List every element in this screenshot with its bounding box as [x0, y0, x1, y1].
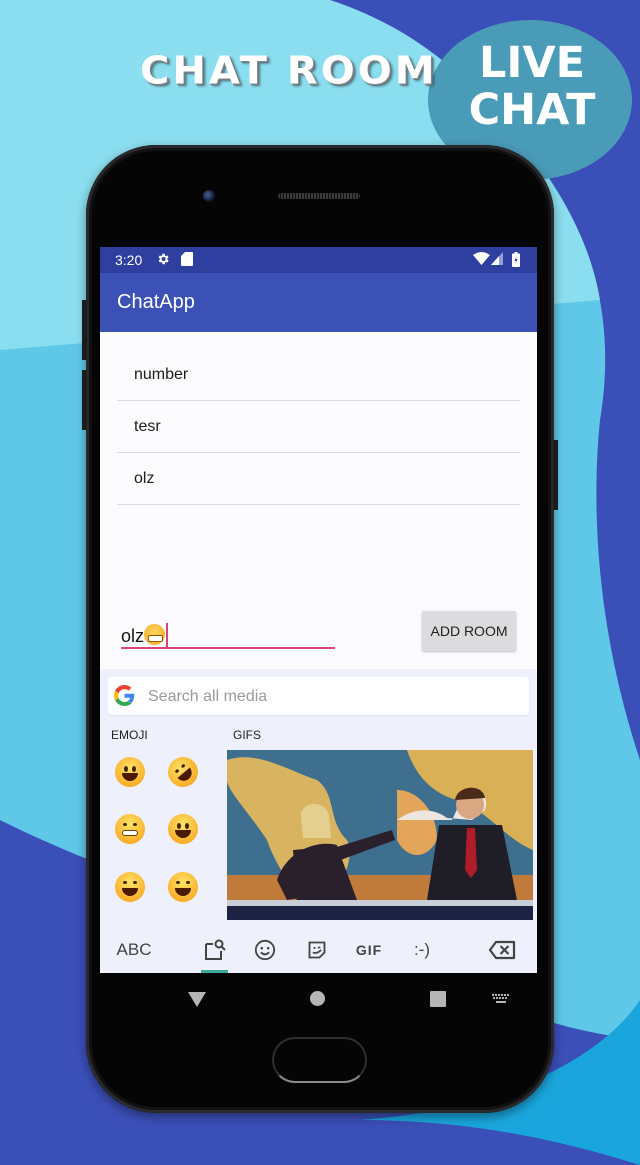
- status-bar: 3:20: [100, 247, 537, 273]
- emoji-keyboard: Search all media EMOJI GIFS ABC GIF:-): [100, 669, 537, 973]
- tab-stickers[interactable]: [300, 927, 334, 973]
- sd-card-icon: [181, 252, 193, 269]
- keyboard-tab-bar: ABC GIF :-): [100, 927, 537, 973]
- keyboard-switch-icon[interactable]: [492, 994, 510, 1004]
- input-text: olz: [121, 626, 145, 646]
- backspace-key[interactable]: [485, 927, 519, 973]
- recents-icon[interactable]: [430, 991, 446, 1007]
- promo-headline: CHAT ROOM: [140, 49, 438, 93]
- room-list-item[interactable]: number: [117, 349, 520, 401]
- grinning-face-icon[interactable]: [168, 814, 198, 844]
- sticker-search-icon: [205, 939, 226, 960]
- settings-icon: [156, 252, 170, 269]
- room-list-item[interactable]: olz: [117, 453, 520, 505]
- volume-button: [82, 300, 87, 360]
- rolling-on-floor-laughing-icon[interactable]: [161, 750, 205, 794]
- bubble-line-1: LIVE: [478, 38, 586, 88]
- tab-sticker-search[interactable]: [198, 927, 232, 973]
- room-list-item[interactable]: tesr: [117, 401, 520, 453]
- tab-abc[interactable]: ABC: [108, 927, 160, 973]
- earpiece-speaker: [278, 193, 360, 199]
- tab-emoticons[interactable]: :-): [405, 927, 439, 973]
- emoji-icon: [254, 939, 276, 961]
- live-chat-bubble: LIVE CHAT: [452, 40, 612, 134]
- room-name-input[interactable]: olz: [121, 619, 335, 649]
- add-room-button[interactable]: ADD ROOM: [422, 611, 516, 651]
- cell-signal-icon: [491, 252, 503, 268]
- grin-emoji-icon: [144, 624, 166, 645]
- backspace-icon: [488, 940, 516, 960]
- tab-gif[interactable]: GIF: [352, 927, 386, 973]
- room-name: number: [134, 366, 189, 383]
- gifs-section-label: GIFS: [233, 728, 262, 742]
- app-title: ChatApp: [117, 291, 195, 313]
- room-name-value: olz: [121, 623, 169, 647]
- status-time: 3:20: [115, 252, 143, 268]
- bubble-line-2: CHAT: [468, 85, 596, 135]
- side-button: [82, 370, 87, 430]
- fingerprint-home-button[interactable]: [272, 1037, 367, 1083]
- grinning-face-big-eyes-icon[interactable]: [115, 757, 145, 787]
- power-button: [553, 440, 558, 510]
- tab-emoji[interactable]: [248, 927, 282, 973]
- front-camera: [203, 190, 215, 202]
- room-list: number tesr olz: [117, 349, 520, 505]
- wifi-icon: [473, 252, 490, 268]
- app-bar: ChatApp: [100, 273, 537, 332]
- sticker-icon: [308, 941, 326, 959]
- media-search-input[interactable]: Search all media: [108, 677, 529, 715]
- back-icon[interactable]: [188, 992, 206, 1007]
- google-g-icon: [114, 685, 135, 711]
- emoji-section-label: EMOJI: [111, 728, 148, 742]
- app-screen: 3:20 ChatApp number tesr olz olz ADD ROO…: [100, 247, 537, 973]
- battery-charging-icon: [512, 252, 520, 270]
- face-with-tears-of-joy-icon[interactable]: [115, 872, 145, 902]
- media-search-placeholder: Search all media: [148, 688, 268, 705]
- beaming-face-icon[interactable]: [115, 814, 145, 844]
- room-name: olz: [134, 470, 155, 487]
- home-icon[interactable]: [310, 991, 325, 1006]
- gif-thumbnail[interactable]: [227, 750, 533, 920]
- system-nav-bar: [100, 973, 537, 1023]
- grinning-face-smiling-eyes-icon[interactable]: [168, 872, 198, 902]
- text-cursor: [166, 623, 169, 647]
- room-name: tesr: [134, 418, 161, 435]
